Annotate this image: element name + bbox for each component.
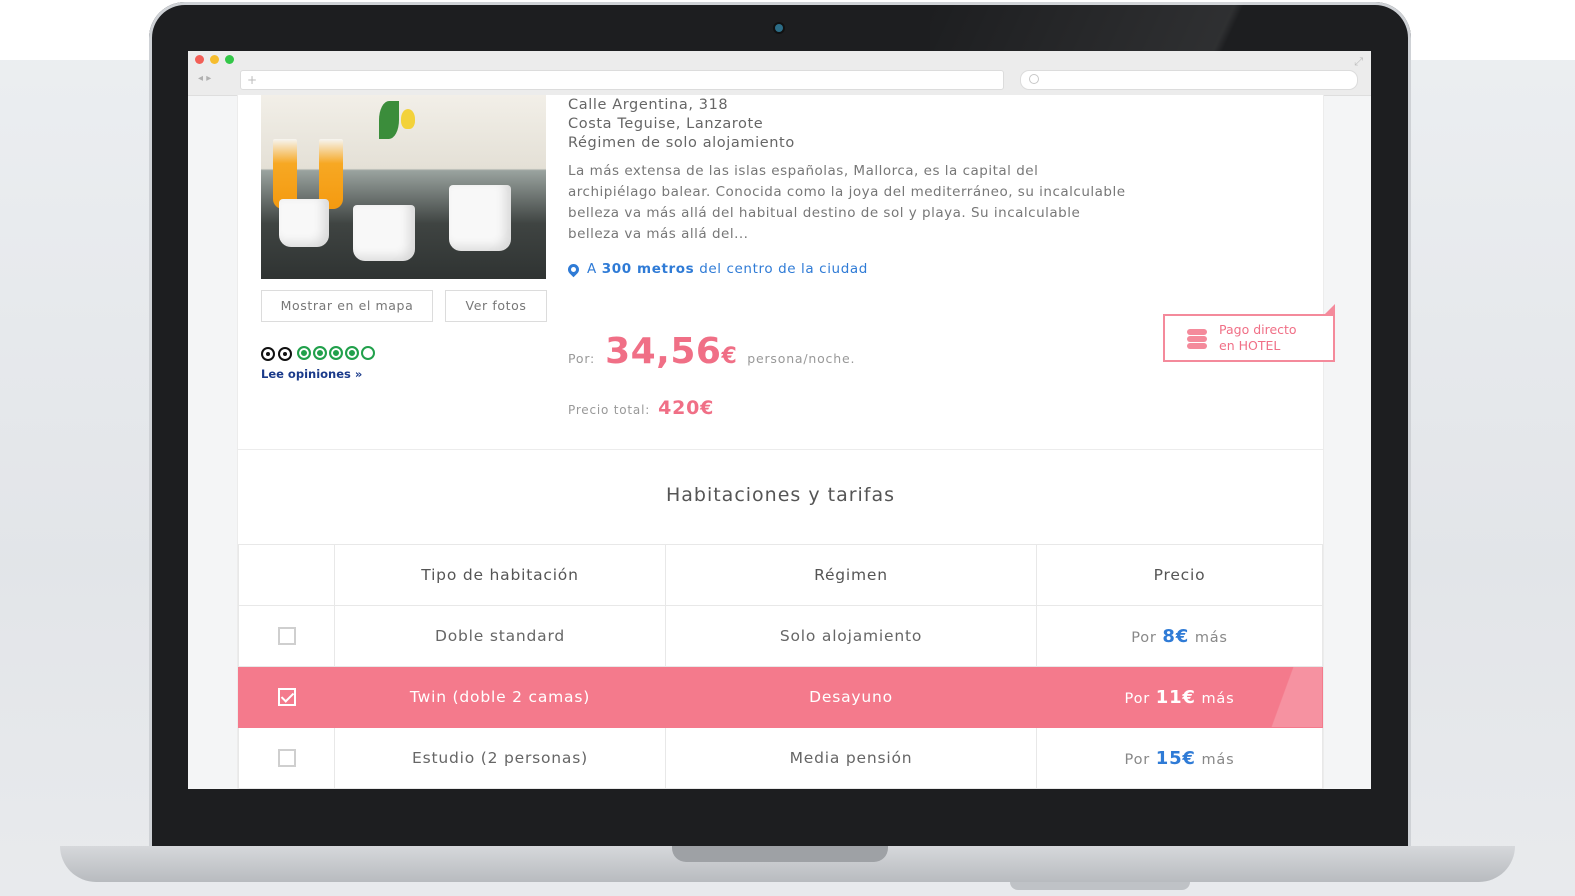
fullscreen-icon[interactable]: ⤢ bbox=[1354, 55, 1363, 69]
distance-suffix: del centro de la ciudad bbox=[699, 261, 868, 277]
rating-bubble-icon bbox=[361, 346, 375, 360]
hotel-page: Mostrar en el mapa Ver fotos Lee opinion… bbox=[237, 95, 1335, 789]
room-checkbox[interactable] bbox=[277, 627, 296, 646]
browser-screen: ◂ ▸ + ⤢ Mostrar en el mapa Ver fotos Lee… bbox=[188, 51, 1371, 789]
payment-line2: en HOTEL bbox=[1219, 338, 1281, 353]
search-input[interactable] bbox=[1020, 70, 1358, 90]
room-type: Estudio (2 personas) bbox=[334, 727, 666, 789]
hotel-description: La más extensa de las islas españolas, M… bbox=[568, 163, 1126, 242]
badge-corner bbox=[1323, 304, 1335, 316]
distance-link[interactable]: A 300 metros del centro de la ciudad bbox=[565, 261, 868, 277]
header-room-type: Tipo de habitación bbox=[334, 544, 666, 606]
rooms-table: Tipo de habitación Régimen Precio Doble … bbox=[238, 544, 1323, 789]
price-total-label: Precio total: bbox=[568, 403, 651, 417]
room-type: Twin (doble 2 camas) bbox=[334, 666, 666, 728]
room-regime: Solo alojamiento bbox=[665, 605, 1037, 667]
price-total: Precio total: 420€ bbox=[568, 397, 714, 419]
address-bar[interactable]: + bbox=[240, 70, 1004, 90]
header-price: Precio bbox=[1036, 544, 1323, 606]
price-per-night: Por: 34,56€ persona/noche. bbox=[568, 331, 855, 372]
payment-line1: Pago directo bbox=[1219, 322, 1297, 337]
tripadvisor-owl-icon bbox=[261, 344, 295, 362]
show-map-button[interactable]: Mostrar en el mapa bbox=[261, 290, 433, 322]
hotel-regime: Régimen de solo alojamiento bbox=[568, 135, 795, 151]
cup-image bbox=[353, 205, 415, 261]
hotel-address-street: Calle Argentina, 318 bbox=[568, 97, 729, 113]
header-regime: Régimen bbox=[665, 544, 1037, 606]
table-row-selected[interactable]: Twin (doble 2 camas) Desayuno Por 11€ má… bbox=[238, 666, 1323, 728]
room-price: Por 11€ más bbox=[1036, 666, 1323, 728]
laptop-notch bbox=[672, 846, 888, 862]
header-checkbox-cell bbox=[238, 544, 335, 606]
rating-bubble-icon bbox=[345, 346, 359, 360]
rating-bubble-icon bbox=[329, 346, 343, 360]
room-checkbox-checked[interactable] bbox=[277, 688, 296, 707]
hotel-photo[interactable] bbox=[261, 95, 546, 279]
table-row[interactable]: Doble standard Solo alojamiento Por 8€ m… bbox=[238, 605, 1323, 667]
location-pin-icon bbox=[565, 261, 582, 277]
price-per-value: 34,56€ bbox=[605, 331, 738, 372]
jug-image bbox=[449, 185, 511, 251]
room-regime: Desayuno bbox=[665, 666, 1037, 728]
close-window-icon[interactable] bbox=[195, 55, 204, 64]
plant-leaf-image bbox=[379, 101, 399, 139]
back-forward-icon[interactable]: ◂ ▸ bbox=[198, 71, 238, 87]
rooms-section-title: Habitaciones y tarifas bbox=[665, 484, 896, 506]
room-checkbox[interactable] bbox=[277, 749, 296, 768]
section-divider bbox=[238, 449, 1323, 450]
rating-bubble-icon bbox=[313, 346, 327, 360]
minimize-window-icon[interactable] bbox=[210, 55, 219, 64]
laptop-foot bbox=[1010, 882, 1190, 890]
room-type: Doble standard bbox=[334, 605, 666, 667]
price-per-unit: persona/noche. bbox=[747, 351, 856, 366]
table-header-row: Tipo de habitación Régimen Precio bbox=[238, 544, 1323, 606]
read-reviews-link[interactable]: Lee opiniones » bbox=[261, 367, 362, 381]
room-price: Por 8€ más bbox=[1036, 605, 1323, 667]
price-per-label: Por: bbox=[568, 351, 596, 366]
view-photos-button[interactable]: Ver fotos bbox=[445, 290, 547, 322]
hotel-address-city: Costa Teguise, Lanzarote bbox=[568, 116, 764, 132]
browser-toolbar: ◂ ▸ + ⤢ bbox=[188, 51, 1371, 96]
tripadvisor-rating[interactable] bbox=[261, 342, 375, 364]
room-regime: Media pensión bbox=[665, 727, 1037, 789]
room-price: Por 15€ más bbox=[1036, 727, 1323, 789]
search-icon bbox=[1029, 74, 1039, 84]
table-row[interactable]: Estudio (2 personas) Media pensión Por 1… bbox=[238, 727, 1323, 789]
tulip-image bbox=[401, 109, 415, 129]
distance-value: 300 metros bbox=[601, 261, 695, 277]
rating-bubble-icon bbox=[297, 346, 311, 360]
maximize-window-icon[interactable] bbox=[225, 55, 234, 64]
new-tab-icon[interactable]: + bbox=[247, 71, 257, 89]
distance-prefix: A bbox=[587, 261, 597, 277]
webcam-icon bbox=[775, 24, 783, 32]
cup-image bbox=[279, 199, 329, 247]
direct-payment-badge: Pago directo en HOTEL bbox=[1163, 304, 1335, 362]
price-total-value: 420€ bbox=[658, 397, 715, 419]
coins-icon bbox=[1187, 327, 1209, 349]
